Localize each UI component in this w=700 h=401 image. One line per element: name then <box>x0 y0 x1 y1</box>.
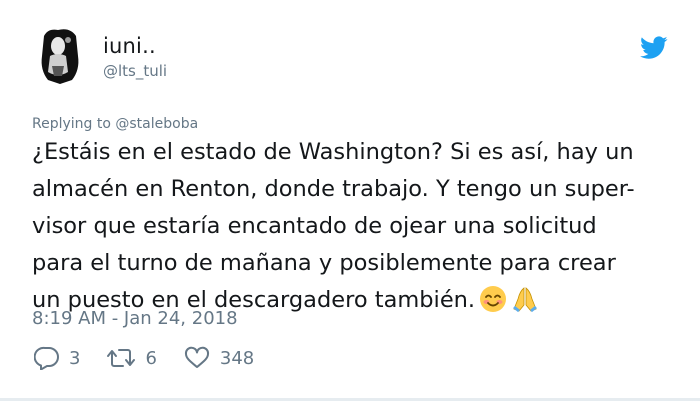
author-display-name[interactable]: iuni.. <box>103 34 156 58</box>
reply-icon <box>34 346 59 370</box>
tweet-body: ¿Estáis en el estado de Washington? Si e… <box>32 134 692 319</box>
retweet-button[interactable]: 6 <box>106 346 157 370</box>
reply-button[interactable]: 3 <box>34 346 80 370</box>
folded-hands-icon <box>511 285 539 313</box>
heart-icon <box>184 346 209 368</box>
avatar-image <box>38 26 82 86</box>
smiling-face-icon <box>479 285 507 313</box>
tweet-actions: 3 6 348 <box>34 344 280 372</box>
avatar[interactable] <box>38 26 82 86</box>
like-count: 348 <box>219 347 255 369</box>
tweet-card: iuni.. @lts_tuli Replying to @staleboba … <box>0 0 700 401</box>
author-handle[interactable]: @lts_tuli <box>103 62 167 80</box>
like-button[interactable]: 348 <box>183 346 254 370</box>
tweet-timestamp[interactable]: 8:19 AM - Jan 24, 2018 <box>32 308 238 329</box>
replying-to-mention[interactable]: @staleboba <box>115 116 198 132</box>
retweet-count: 6 <box>145 347 157 369</box>
replying-to-line: Replying to @staleboba <box>32 116 198 132</box>
replying-prefix: Replying to <box>32 116 111 132</box>
reply-count: 3 <box>69 347 81 369</box>
twitter-bird-icon[interactable] <box>640 36 668 60</box>
tweet-text: ¿Estáis en el estado de Washington? Si e… <box>32 139 635 313</box>
retweet-icon <box>107 349 136 367</box>
